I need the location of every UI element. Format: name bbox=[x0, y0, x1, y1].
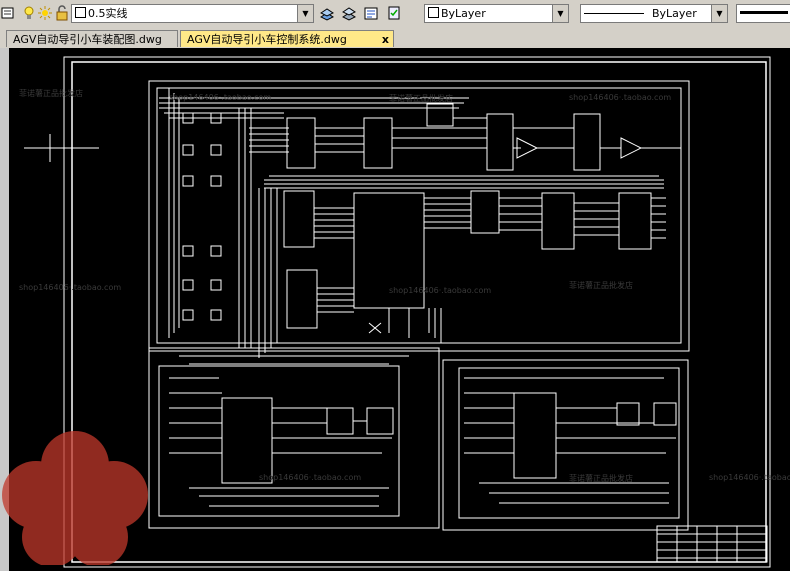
watermark-text: shop146406·.taobao.com bbox=[169, 93, 272, 102]
linetype-preview bbox=[584, 13, 644, 14]
watermark-text: 菲诺薯正品批发店 bbox=[569, 474, 633, 483]
layer-properties-icon[interactable] bbox=[364, 5, 378, 21]
lineweight-preview bbox=[740, 11, 788, 14]
layer-name: 0.5实线 bbox=[88, 7, 128, 20]
lock-icon[interactable] bbox=[55, 5, 69, 21]
color-dropdown[interactable]: ByLayer ▼ bbox=[424, 4, 569, 23]
tab-assembly-drawing[interactable]: AGV自动导引小车装配图.dwg bbox=[6, 30, 178, 47]
properties-toolbar: 0.5实线 ▼ ByLayer ▼ ByLayer ▼ bbox=[0, 0, 790, 29]
chevron-down-icon[interactable]: ▼ bbox=[297, 5, 313, 22]
flower-stamp-icon bbox=[2, 431, 148, 567]
chevron-down-icon[interactable]: ▼ bbox=[711, 5, 727, 22]
close-icon[interactable]: x bbox=[382, 31, 389, 48]
color-value: ByLayer bbox=[441, 7, 486, 20]
watermark-text: 菲诺薯正品批发店 bbox=[569, 281, 633, 290]
watermark-text: shop146406·.taobao.com bbox=[389, 286, 492, 295]
watermark-text: shop146406·.taobao.com bbox=[569, 93, 672, 102]
watermark-text: shop146406·.taobao.com bbox=[709, 473, 790, 482]
layer-match-icon[interactable] bbox=[387, 5, 401, 21]
chevron-down-icon[interactable]: ▼ bbox=[552, 5, 568, 22]
tab-control-system-drawing[interactable]: AGV自动导引小车控制系统.dwg x bbox=[180, 30, 394, 47]
file-tabs: AGV自动导引小车装配图.dwg AGV自动导引小车控制系统.dwg x bbox=[0, 28, 790, 49]
color-swatch bbox=[428, 7, 439, 18]
tab-label: AGV自动导引小车控制系统.dwg bbox=[187, 33, 347, 46]
linetype-value: ByLayer bbox=[652, 7, 697, 20]
layer-dropdown[interactable]: 0.5实线 ▼ bbox=[71, 4, 314, 23]
lineweight-dropdown[interactable] bbox=[736, 4, 790, 23]
watermark-text: shop146406·.taobao.com bbox=[19, 283, 122, 292]
layer-previous-icon[interactable] bbox=[320, 5, 334, 21]
linetype-dropdown[interactable]: ByLayer ▼ bbox=[580, 4, 728, 23]
stamp-watermark bbox=[0, 425, 150, 567]
tab-label: AGV自动导引小车装配图.dwg bbox=[13, 33, 162, 46]
layer-states-icon[interactable] bbox=[342, 5, 356, 21]
layer-color-swatch bbox=[75, 7, 86, 18]
watermark-text: 菲诺薯正品批发店 bbox=[389, 94, 453, 103]
layer-tool-icon[interactable] bbox=[1, 5, 15, 21]
watermark-text: 菲诺薯正品批发店 bbox=[19, 89, 83, 98]
watermark-text: shop146406·.taobao.com bbox=[259, 473, 362, 482]
lightbulb-icon[interactable] bbox=[22, 5, 36, 21]
sun-icon[interactable] bbox=[38, 5, 52, 21]
